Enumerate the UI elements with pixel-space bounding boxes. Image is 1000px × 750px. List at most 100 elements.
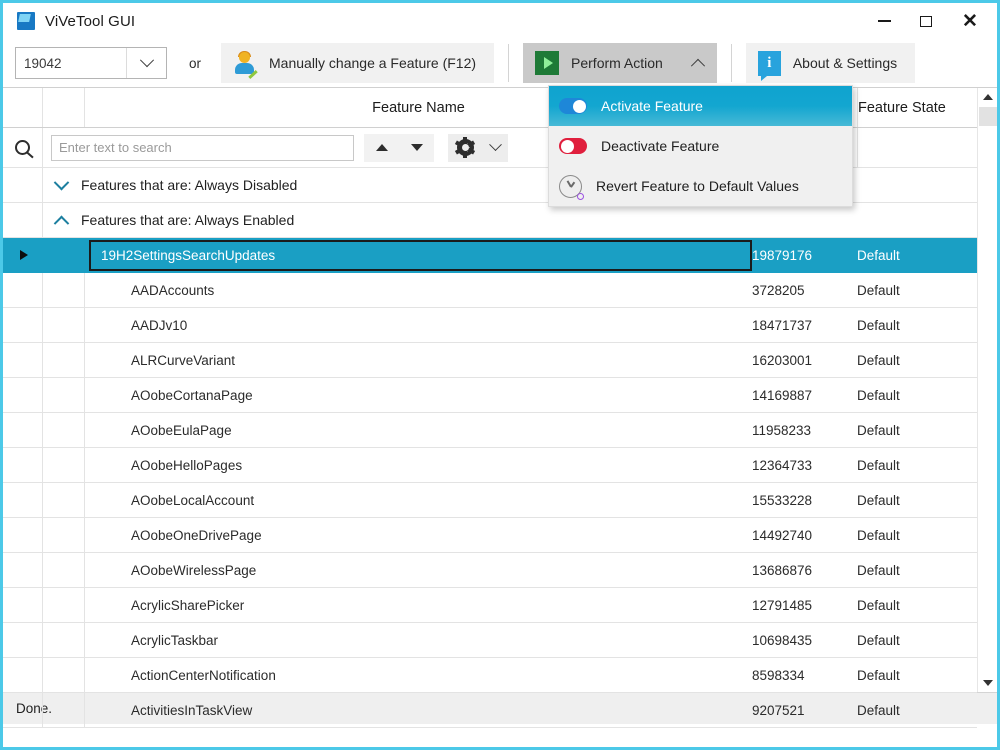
cell-feature-state: Default [857, 518, 977, 552]
row-selector-cell[interactable] [3, 658, 43, 692]
row-selector-cell[interactable] [3, 623, 43, 657]
minimize-button[interactable] [863, 4, 905, 38]
table-row[interactable]: AcrylicSharePicker 12791485 Default [3, 588, 977, 623]
sort-descending-icon[interactable] [411, 144, 423, 151]
row-selector-cell[interactable] [3, 238, 43, 272]
row-selector-cell[interactable] [3, 518, 43, 552]
chevron-up-icon[interactable] [54, 215, 70, 231]
cell-feature-id: 9207521 [752, 693, 857, 727]
row-spacer-cell [43, 378, 85, 412]
row-selector-cell[interactable] [3, 553, 43, 587]
menu-item-revert-feature[interactable]: Revert Feature to Default Values [549, 166, 852, 206]
cell-feature-id: 16203001 [752, 343, 857, 377]
table-row[interactable]: AOobeCortanaPage 14169887 Default [3, 378, 977, 413]
search-icon [15, 140, 30, 155]
row-selector-cell[interactable] [3, 448, 43, 482]
person-edit-icon [233, 51, 257, 75]
search-state-cell [857, 128, 977, 167]
feature-name-editbox[interactable]: 19H2SettingsSearchUpdates [89, 240, 752, 271]
cell-feature-id: 13686876 [752, 553, 857, 587]
scroll-down-button[interactable] [978, 674, 998, 692]
group-state-cell [857, 168, 977, 202]
row-spacer-cell [43, 553, 85, 587]
row-spacer-cell [43, 343, 85, 377]
scrollbar-thumb[interactable] [979, 107, 997, 126]
column-header-feature-state[interactable]: Feature State [857, 88, 977, 127]
perform-action-button[interactable]: Perform Action [523, 43, 717, 83]
row-selector-cell[interactable] [3, 413, 43, 447]
row-spacer-cell [43, 693, 85, 727]
clock-revert-icon [559, 175, 582, 198]
table-row[interactable]: ALRCurveVariant 16203001 Default [3, 343, 977, 378]
manually-change-feature-button[interactable]: Manually change a Feature (F12) [221, 43, 494, 83]
menu-item-label: Deactivate Feature [601, 138, 719, 154]
info-icon: i [758, 51, 781, 76]
table-row[interactable]: ActivitiesInTaskView 9207521 Default [3, 693, 977, 728]
table-row[interactable]: ActionCenterNotification 8598334 Default [3, 658, 977, 693]
perform-action-label: Perform Action [571, 55, 663, 71]
table-row[interactable]: AOobeHelloPages 12364733 Default [3, 448, 977, 483]
row-spacer-cell [43, 448, 85, 482]
menu-item-label: Revert Feature to Default Values [596, 178, 799, 194]
build-version-dropdown-button[interactable] [126, 48, 166, 78]
row-selector-cell[interactable] [3, 378, 43, 412]
menu-item-deactivate-feature[interactable]: Deactivate Feature [549, 126, 852, 166]
row-spacer-cell [43, 308, 85, 342]
row-spacer-cell [43, 483, 85, 517]
cell-feature-id: 18471737 [752, 308, 857, 342]
table-row[interactable]: AOobeOneDrivePage 14492740 Default [3, 518, 977, 553]
group-row-always-enabled[interactable]: Features that are: Always Enabled [3, 203, 977, 238]
build-version-combobox[interactable]: 19042 [15, 47, 167, 79]
cell-feature-state: Default [857, 378, 977, 412]
table-row[interactable]: AOobeEulaPage 11958233 Default [3, 413, 977, 448]
cell-feature-id: 11958233 [752, 413, 857, 447]
maximize-button[interactable] [905, 4, 947, 38]
chevron-down-icon [139, 53, 153, 67]
cell-feature-name: AOobeHelloPages [85, 448, 752, 482]
table-row[interactable]: 19H2SettingsSearchUpdates 19879176 Defau… [3, 238, 977, 273]
chevron-down-icon[interactable] [54, 174, 70, 190]
build-version-value: 19042 [16, 56, 126, 71]
table-row[interactable]: AcrylicTaskbar 10698435 Default [3, 623, 977, 658]
grid-settings-button[interactable] [448, 134, 508, 162]
cell-feature-id: 12791485 [752, 588, 857, 622]
title-bar: ViVeTool GUI ✕ [3, 3, 997, 39]
cell-feature-name: AADJv10 [85, 308, 752, 342]
chevron-up-icon [691, 59, 705, 73]
row-selector-cell[interactable] [3, 693, 43, 727]
cell-feature-name: AOobeLocalAccount [85, 483, 752, 517]
row-selector-cell[interactable] [3, 308, 43, 342]
search-input[interactable] [51, 135, 354, 161]
or-label: or [189, 56, 201, 71]
table-row[interactable]: AOobeLocalAccount 15533228 Default [3, 483, 977, 518]
cell-feature-id: 14169887 [752, 378, 857, 412]
chevron-up-icon [983, 94, 993, 100]
green-play-icon [535, 51, 559, 75]
header-rowselector-cell [3, 88, 43, 127]
row-selector-cell[interactable] [3, 588, 43, 622]
chevron-down-icon [983, 680, 993, 686]
table-row[interactable]: AOobeWirelessPage 13686876 Default [3, 553, 977, 588]
menu-item-activate-feature[interactable]: Activate Feature [549, 86, 852, 126]
table-row[interactable]: AADAccounts 3728205 Default [3, 273, 977, 308]
toolbar-divider-2 [731, 44, 732, 82]
cell-feature-name: AcrylicSharePicker [85, 588, 752, 622]
about-settings-label: About & Settings [793, 55, 897, 71]
cell-feature-name[interactable]: 19H2SettingsSearchUpdates [85, 238, 752, 272]
group-rowselector-cell [3, 168, 43, 202]
vertical-scrollbar[interactable] [977, 88, 997, 692]
row-selector-cell[interactable] [3, 273, 43, 307]
row-selector-cell[interactable] [3, 483, 43, 517]
row-selector-cell[interactable] [3, 343, 43, 377]
cell-feature-name: AOobeOneDrivePage [85, 518, 752, 552]
maximize-icon [920, 16, 932, 27]
sort-ascending-icon[interactable] [376, 144, 388, 151]
cell-feature-state: Default [857, 238, 977, 272]
scroll-up-button[interactable] [978, 88, 998, 106]
window-controls: ✕ [863, 3, 997, 39]
about-settings-button[interactable]: i About & Settings [746, 43, 915, 83]
close-button[interactable]: ✕ [947, 4, 993, 38]
row-spacer-cell [43, 238, 85, 272]
table-row[interactable]: AADJv10 18471737 Default [3, 308, 977, 343]
search-icon-cell [3, 128, 43, 167]
